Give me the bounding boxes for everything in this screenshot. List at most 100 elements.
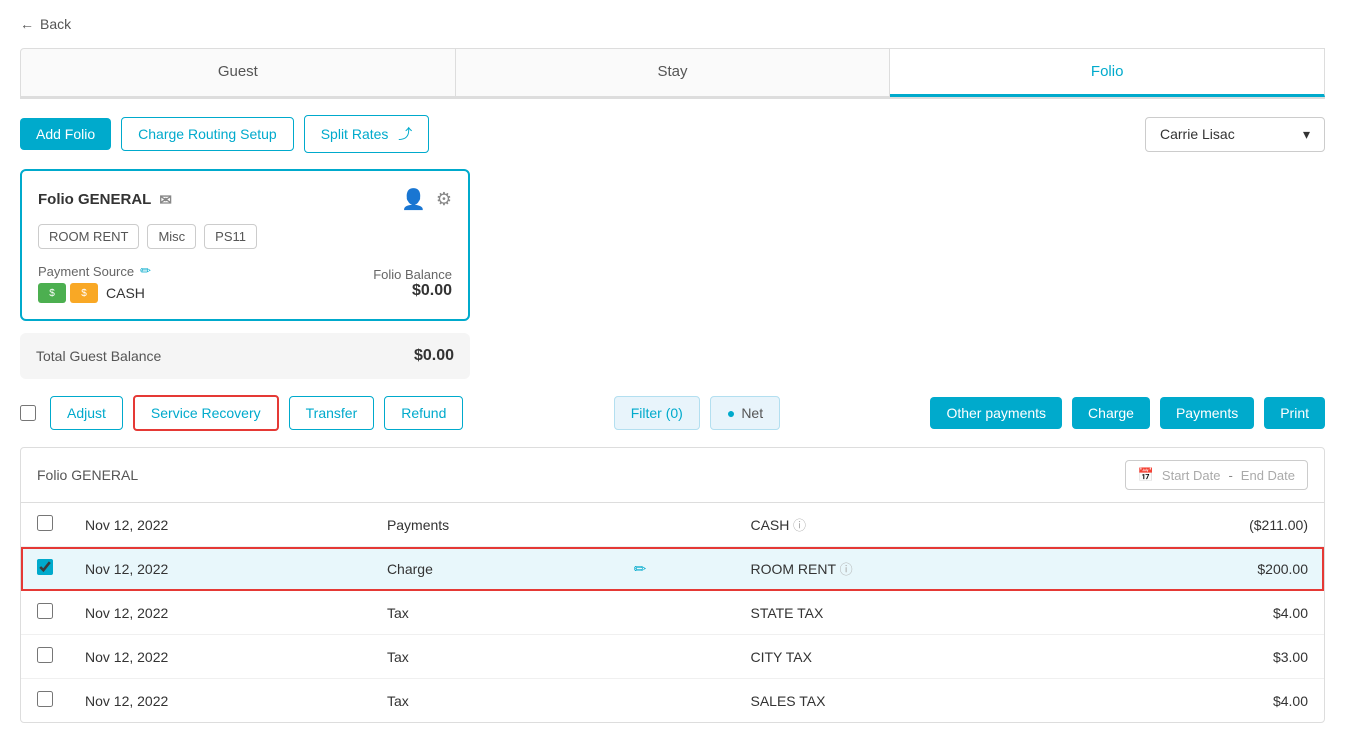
row-edit-cell: ✏ — [618, 547, 735, 591]
share-icon: ⤴ — [398, 126, 412, 142]
row-edit-cell — [618, 503, 735, 547]
row-amount: $3.00 — [1086, 635, 1324, 679]
action-bar: Adjust Service Recovery Transfer Refund … — [20, 395, 1325, 431]
refund-button[interactable]: Refund — [384, 396, 463, 430]
row-edit-cell — [618, 635, 735, 679]
tag-misc[interactable]: Misc — [147, 224, 196, 249]
service-recovery-button[interactable]: Service Recovery — [133, 395, 279, 431]
row-type: Charge — [371, 547, 618, 591]
end-date-placeholder: End Date — [1241, 468, 1295, 483]
date-range-picker[interactable]: 📅 Start Date - End Date — [1125, 460, 1308, 490]
folio-balance-label: Folio Balance — [373, 267, 452, 282]
row-date: Nov 12, 2022 — [69, 635, 371, 679]
row-type: Payments — [371, 503, 618, 547]
row-checkbox[interactable] — [37, 515, 53, 531]
row-checkbox-cell[interactable] — [21, 591, 69, 635]
add-folio-button[interactable]: Add Folio — [20, 118, 111, 150]
other-payments-button[interactable]: Other payments — [930, 397, 1062, 429]
payments-button[interactable]: Payments — [1160, 397, 1254, 429]
row-checkbox-cell[interactable] — [21, 547, 69, 591]
tag-ps11[interactable]: PS11 — [204, 224, 257, 249]
total-balance-bar: Total Guest Balance $0.00 — [20, 333, 470, 379]
gear-icon[interactable]: ⚙ — [436, 189, 452, 210]
split-rates-label: Split Rates — [321, 126, 389, 142]
payment-source: Payment Source ✏ $ $ CASH — [38, 263, 151, 303]
split-rates-button[interactable]: Split Rates ⤴ — [304, 115, 430, 153]
charge-button[interactable]: Charge — [1072, 397, 1150, 429]
table-row[interactable]: Nov 12, 2022 Charge ✏ ROOM RENT ⓘ $200.0… — [21, 547, 1324, 591]
table-row[interactable]: Nov 12, 2022 Payments CASH ⓘ ($211.00) — [21, 503, 1324, 547]
row-amount: ($211.00) — [1086, 503, 1324, 547]
tabs-container: Guest Stay Folio — [20, 48, 1325, 99]
net-circle-icon: ● — [727, 405, 735, 421]
row-edit-cell — [618, 591, 735, 635]
row-description: SALES TAX — [734, 679, 1085, 723]
folio-table: Nov 12, 2022 Payments CASH ⓘ ($211.00) N… — [21, 503, 1324, 722]
payment-method-text: CASH — [106, 285, 145, 301]
row-date: Nov 12, 2022 — [69, 591, 371, 635]
row-checkbox[interactable] — [37, 559, 53, 575]
row-amount: $4.00 — [1086, 679, 1324, 723]
row-description: CITY TAX — [734, 635, 1085, 679]
total-balance-amount: $0.00 — [414, 347, 454, 365]
folio-section: Folio GENERAL 📅 Start Date - End Date No… — [20, 447, 1325, 723]
tab-stay[interactable]: Stay — [456, 48, 891, 97]
calendar-icon: 📅 — [1138, 467, 1154, 483]
tab-folio[interactable]: Folio — [890, 48, 1325, 97]
print-button[interactable]: Print — [1264, 397, 1325, 429]
tab-guest[interactable]: Guest — [20, 48, 456, 97]
table-row[interactable]: Nov 12, 2022 Tax SALES TAX $4.00 — [21, 679, 1324, 723]
table-row[interactable]: Nov 12, 2022 Tax STATE TAX $4.00 — [21, 591, 1324, 635]
row-checkbox[interactable] — [37, 603, 53, 619]
toolbar: Add Folio Charge Routing Setup Split Rat… — [20, 115, 1325, 153]
back-link[interactable]: Back — [20, 16, 1325, 32]
payment-icons: $ $ CASH — [38, 283, 151, 303]
row-amount: $200.00 — [1086, 547, 1324, 591]
tag-room-rent[interactable]: ROOM RENT — [38, 224, 139, 249]
edit-icon[interactable]: ✏ — [634, 561, 647, 578]
row-description: ROOM RENT ⓘ — [734, 547, 1085, 591]
guest-dropdown-value: Carrie Lisac — [1160, 126, 1235, 142]
payment-source-label: Payment Source ✏ — [38, 263, 151, 279]
folio-title-text: Folio GENERAL — [38, 191, 151, 208]
mail-icon: ✉ — [159, 191, 172, 209]
chevron-down-icon — [1303, 126, 1310, 143]
row-edit-cell — [618, 679, 735, 723]
total-balance-label: Total Guest Balance — [36, 348, 161, 364]
guest-dropdown[interactable]: Carrie Lisac — [1145, 117, 1325, 152]
folio-card-header: Folio GENERAL ✉ 👤 ⚙ — [38, 187, 452, 212]
back-label: Back — [40, 16, 71, 32]
net-button[interactable]: ● Net — [710, 396, 780, 430]
row-description: CASH ⓘ — [734, 503, 1085, 547]
select-all-checkbox[interactable] — [20, 405, 36, 421]
charge-routing-button[interactable]: Charge Routing Setup — [121, 117, 294, 151]
start-date-placeholder: Start Date — [1162, 468, 1221, 483]
row-date: Nov 12, 2022 — [69, 547, 371, 591]
filter-button[interactable]: Filter (0) — [614, 396, 700, 430]
transfer-button[interactable]: Transfer — [289, 396, 375, 430]
folio-section-header: Folio GENERAL 📅 Start Date - End Date — [21, 448, 1324, 503]
folio-card: Folio GENERAL ✉ 👤 ⚙ ROOM RENT Misc PS11 … — [20, 169, 470, 321]
cash-icon-1: $ — [38, 283, 66, 303]
row-amount: $4.00 — [1086, 591, 1324, 635]
row-checkbox-cell[interactable] — [21, 635, 69, 679]
folio-card-footer: Payment Source ✏ $ $ CASH Folio Balance … — [38, 263, 452, 303]
edit-payment-icon[interactable]: ✏ — [140, 263, 151, 279]
table-row[interactable]: Nov 12, 2022 Tax CITY TAX $3.00 — [21, 635, 1324, 679]
row-type: Tax — [371, 679, 618, 723]
folio-tags: ROOM RENT Misc PS11 — [38, 224, 452, 249]
adjust-button[interactable]: Adjust — [50, 396, 123, 430]
row-description: STATE TAX — [734, 591, 1085, 635]
row-checkbox-cell[interactable] — [21, 503, 69, 547]
folio-balance: Folio Balance $0.00 — [373, 267, 452, 300]
row-checkbox[interactable] — [37, 691, 53, 707]
row-type: Tax — [371, 591, 618, 635]
row-checkbox-cell[interactable] — [21, 679, 69, 723]
row-date: Nov 12, 2022 — [69, 679, 371, 723]
row-checkbox[interactable] — [37, 647, 53, 663]
folio-card-actions: 👤 ⚙ — [401, 187, 452, 212]
folio-balance-amount: $0.00 — [373, 282, 452, 300]
folio-section-title: Folio GENERAL — [37, 467, 138, 483]
person-icon[interactable]: 👤 — [401, 187, 426, 212]
info-icon: ⓘ — [789, 518, 806, 533]
